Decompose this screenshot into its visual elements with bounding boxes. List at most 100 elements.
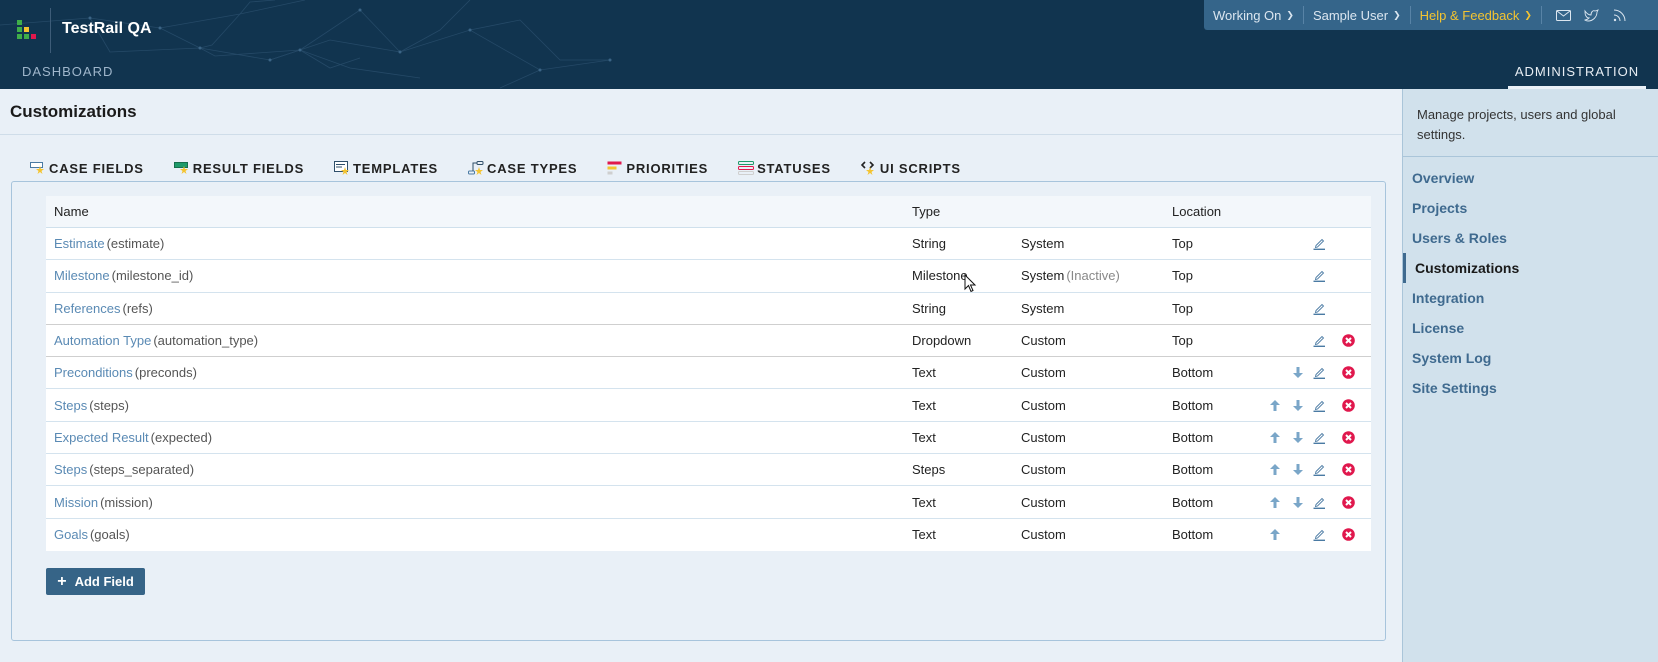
field-name-cell: Automation Type (automation_type) bbox=[54, 333, 258, 348]
tab-ui-scripts[interactable]: UI SCRIPTS bbox=[857, 156, 965, 180]
help-label: Help & Feedback bbox=[1419, 7, 1520, 23]
edit-icon[interactable] bbox=[1312, 495, 1326, 509]
tab-case-fields[interactable]: CASE FIELDS bbox=[26, 156, 148, 184]
edit-icon[interactable] bbox=[1312, 237, 1326, 251]
field-source: Custom bbox=[1021, 527, 1066, 543]
tab-statuses[interactable]: STATUSES bbox=[734, 156, 835, 180]
delete-icon[interactable] bbox=[1341, 430, 1355, 444]
sidebar-item-integration[interactable]: Integration bbox=[1403, 283, 1658, 313]
sidebar-item-overview[interactable]: Overview bbox=[1403, 163, 1658, 193]
edit-icon[interactable] bbox=[1312, 366, 1326, 380]
field-type-cell: Text bbox=[912, 527, 936, 543]
move-down-icon[interactable] bbox=[1291, 495, 1305, 509]
field-name-link[interactable]: Automation Type bbox=[54, 333, 151, 348]
move-up-icon[interactable] bbox=[1268, 495, 1282, 509]
field-name-link[interactable]: Preconditions bbox=[54, 365, 133, 380]
edit-icon[interactable] bbox=[1312, 463, 1326, 477]
move-down-icon[interactable] bbox=[1291, 366, 1305, 380]
field-source: Custom bbox=[1021, 462, 1066, 478]
field-system-name: (preconds) bbox=[134, 365, 197, 381]
table-body: Estimate (estimate) String System Top Milesto… bbox=[46, 228, 1371, 551]
field-source-cell: Custom bbox=[1021, 333, 1068, 348]
edit-icon[interactable] bbox=[1312, 398, 1326, 412]
field-system-name: (estimate) bbox=[106, 236, 165, 252]
field-name-cell: Expected Result (expected) bbox=[54, 430, 212, 445]
nav-dashboard[interactable]: DASHBOARD bbox=[22, 64, 113, 79]
field-name-link[interactable]: References bbox=[54, 301, 120, 316]
field-location-cell: Bottom bbox=[1172, 429, 1214, 445]
field-location-cell: Top bbox=[1172, 236, 1193, 252]
case-fields-table: Name Type Location Estimate (estimate) Str… bbox=[46, 196, 1371, 551]
mail-icon[interactable] bbox=[1556, 8, 1572, 22]
move-down-icon[interactable] bbox=[1291, 398, 1305, 412]
ui-scripts-icon bbox=[860, 161, 877, 175]
move-up-icon[interactable] bbox=[1268, 398, 1282, 412]
column-header-name[interactable]: Name bbox=[54, 204, 89, 219]
edit-icon[interactable] bbox=[1312, 334, 1326, 348]
delete-icon[interactable] bbox=[1341, 463, 1355, 477]
field-location-cell: Top bbox=[1172, 268, 1193, 284]
field-location-cell: Bottom bbox=[1172, 462, 1214, 478]
table-row: Mission (mission) Text Custom Bottom bbox=[46, 486, 1371, 519]
twitter-icon[interactable] bbox=[1584, 8, 1600, 22]
field-source: System bbox=[1021, 236, 1065, 252]
field-name-link[interactable]: Estimate bbox=[54, 236, 105, 251]
field-type-cell: Text bbox=[912, 429, 936, 445]
sidebar-item-users-roles[interactable]: Users & Roles bbox=[1403, 223, 1658, 253]
tab-case-types[interactable]: CASE TYPES bbox=[464, 156, 581, 180]
chevron-down-icon: ❯ bbox=[1286, 9, 1294, 20]
tab-templates[interactable]: TEMPLATES bbox=[330, 156, 442, 180]
add-field-button[interactable]: + Add Field bbox=[46, 568, 145, 595]
field-source-cell: Custom bbox=[1021, 430, 1068, 445]
field-location-cell: Bottom bbox=[1172, 365, 1214, 381]
field-name-link[interactable]: Expected Result bbox=[54, 430, 149, 445]
field-name-link[interactable]: Steps bbox=[54, 462, 87, 477]
delete-icon[interactable] bbox=[1341, 334, 1355, 348]
move-up-icon[interactable] bbox=[1268, 463, 1282, 477]
field-location-cell: Bottom bbox=[1172, 527, 1214, 543]
column-header-type[interactable]: Type bbox=[912, 204, 940, 219]
field-source: Custom bbox=[1021, 494, 1066, 510]
field-name-link[interactable]: Steps bbox=[54, 398, 87, 413]
field-source-cell: Custom bbox=[1021, 527, 1068, 542]
sidebar-item-site-settings[interactable]: Site Settings bbox=[1403, 373, 1658, 403]
move-up-icon[interactable] bbox=[1268, 528, 1282, 542]
field-name-link[interactable]: Mission bbox=[54, 495, 98, 510]
tab-priorities[interactable]: PRIORITIES bbox=[603, 156, 712, 180]
user-label: Sample User bbox=[1312, 7, 1389, 23]
tab-result-fields[interactable]: RESULT FIELDS bbox=[170, 156, 308, 180]
help-feedback-dropdown[interactable]: Help & Feedback ❯ bbox=[1411, 6, 1542, 24]
working-on-dropdown[interactable]: Working On ❯ bbox=[1204, 6, 1304, 24]
edit-icon[interactable] bbox=[1312, 301, 1326, 315]
sidebar-item-customizations[interactable]: Customizations bbox=[1403, 253, 1658, 283]
move-down-icon[interactable] bbox=[1291, 430, 1305, 444]
nav-administration[interactable]: ADMINISTRATION bbox=[1508, 58, 1646, 89]
tab-label: TEMPLATES bbox=[353, 160, 439, 176]
sidebar-item-license[interactable]: License bbox=[1403, 313, 1658, 343]
field-name-cell: Milestone (milestone_id) bbox=[54, 268, 193, 283]
user-dropdown[interactable]: Sample User ❯ bbox=[1304, 6, 1411, 24]
app-title[interactable]: TestRail QA bbox=[62, 20, 152, 38]
rss-icon[interactable] bbox=[1612, 8, 1628, 22]
edit-icon[interactable] bbox=[1312, 430, 1326, 444]
table-header: Name Type Location bbox=[46, 196, 1371, 228]
move-up-icon[interactable] bbox=[1268, 430, 1282, 444]
sidebar-item-projects[interactable]: Projects bbox=[1403, 193, 1658, 223]
field-name-link[interactable]: Milestone bbox=[54, 268, 110, 283]
column-header-location[interactable]: Location bbox=[1172, 204, 1221, 219]
field-source-cell: Custom bbox=[1021, 398, 1068, 413]
table-row: Expected Result (expected) Text Custom Botto… bbox=[46, 422, 1371, 455]
templates-icon bbox=[334, 161, 350, 175]
testrail-logo-icon[interactable] bbox=[17, 20, 37, 40]
field-source-cell: Custom bbox=[1021, 495, 1068, 510]
delete-icon[interactable] bbox=[1341, 366, 1355, 380]
chevron-down-icon: ❯ bbox=[1524, 9, 1532, 20]
edit-icon[interactable] bbox=[1312, 269, 1326, 283]
delete-icon[interactable] bbox=[1341, 495, 1355, 509]
delete-icon[interactable] bbox=[1341, 528, 1355, 542]
field-name-link[interactable]: Goals bbox=[54, 527, 88, 542]
move-down-icon[interactable] bbox=[1291, 463, 1305, 477]
delete-icon[interactable] bbox=[1341, 398, 1355, 412]
edit-icon[interactable] bbox=[1312, 528, 1326, 542]
sidebar-item-system-log[interactable]: System Log bbox=[1403, 343, 1658, 373]
